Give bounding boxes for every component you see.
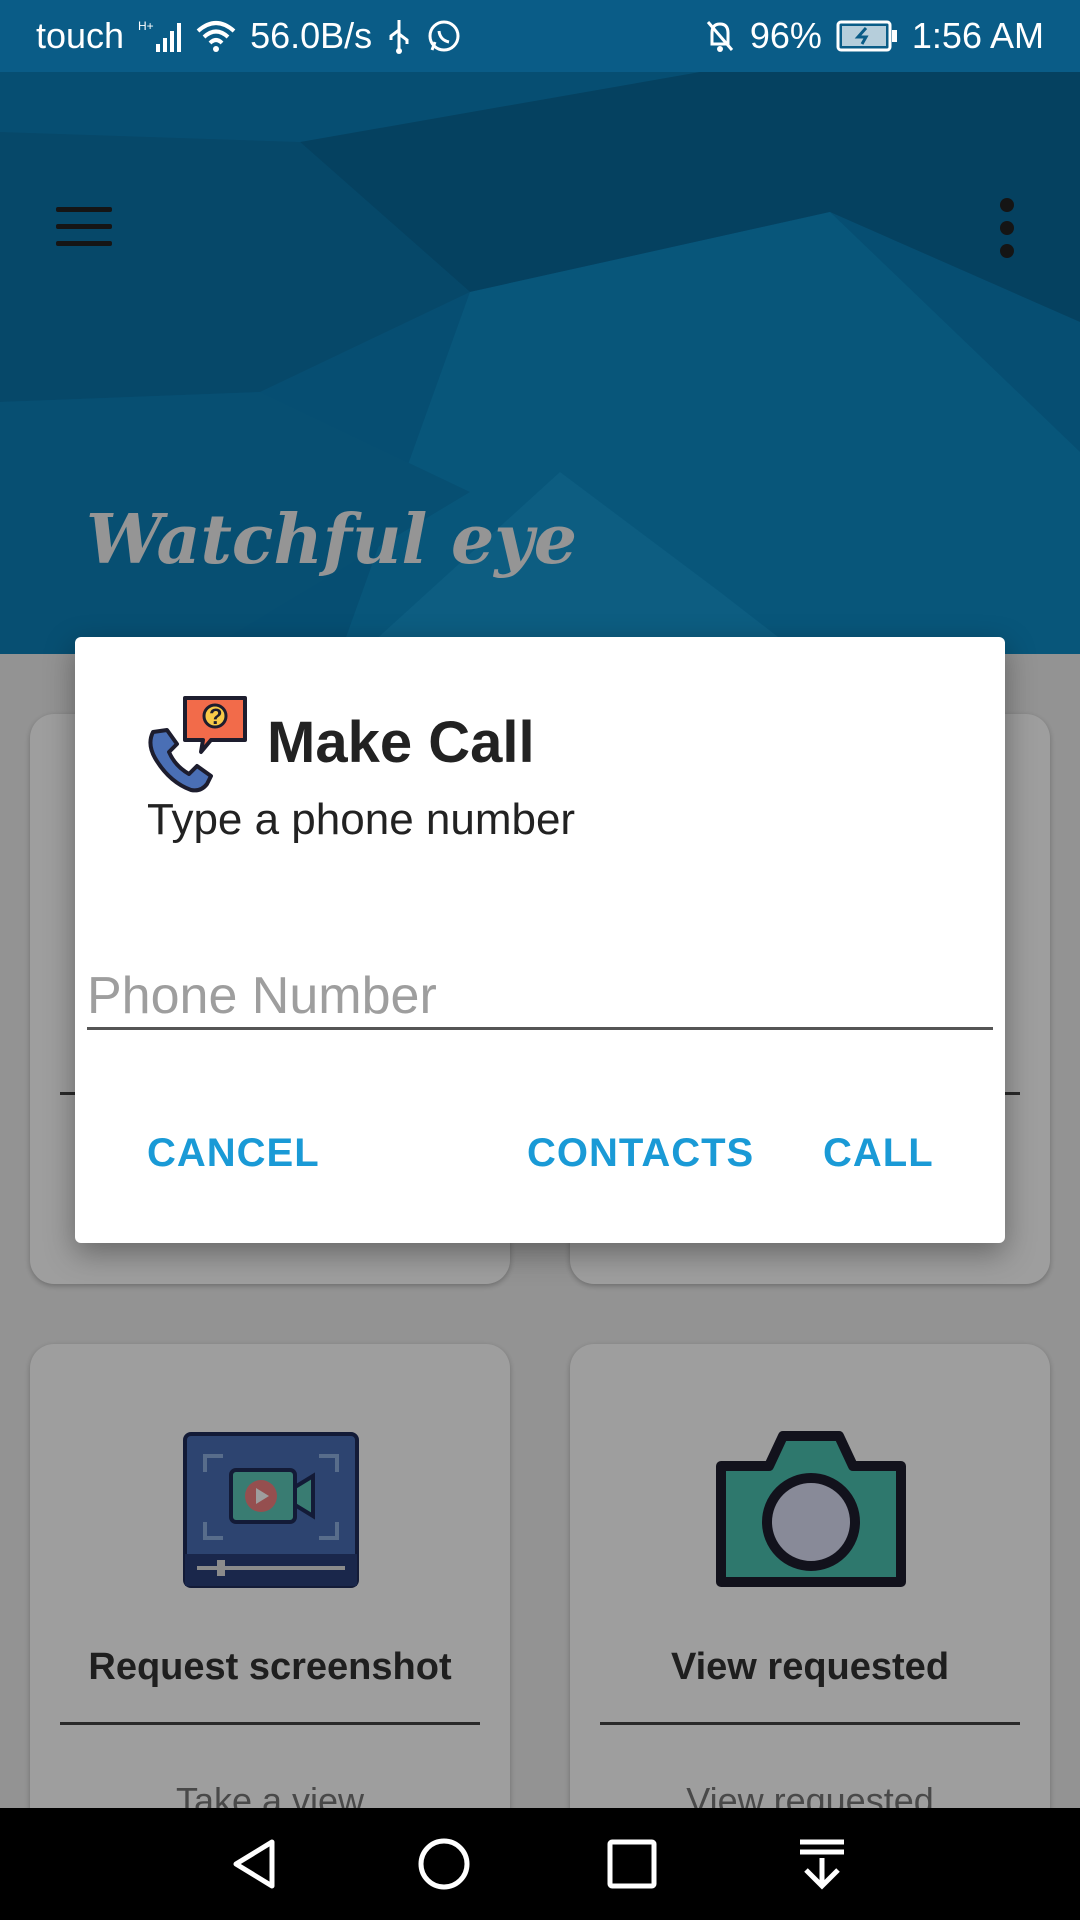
usb-icon xyxy=(386,18,412,54)
phone-number-input[interactable] xyxy=(87,964,993,1030)
phone-question-icon: ? xyxy=(148,696,247,793)
dialog-title: Make Call xyxy=(267,710,535,775)
whatsapp-icon xyxy=(426,18,462,54)
dialog-message: Type a phone number xyxy=(147,795,576,844)
svg-text:?: ? xyxy=(209,704,222,729)
navigation-bar xyxy=(0,1808,1080,1920)
recent-apps-icon[interactable] xyxy=(604,1836,660,1892)
network-speed: 56.0B/s xyxy=(250,15,373,56)
wifi-icon xyxy=(196,19,236,53)
home-icon[interactable] xyxy=(416,1836,472,1892)
carrier-label: touch xyxy=(36,15,125,56)
cancel-button[interactable]: CANCEL xyxy=(147,1131,320,1176)
signal-icon: H+ xyxy=(138,18,182,54)
call-button[interactable]: CALL xyxy=(823,1131,934,1176)
contacts-button[interactable]: CONTACTS xyxy=(527,1131,754,1176)
status-bar: touch H+ 56.0B/s 96% 1:56 AM xyxy=(0,0,1080,72)
battery-icon xyxy=(836,20,898,52)
notification-shade-icon[interactable] xyxy=(794,1836,850,1892)
clock: 1:56 AM xyxy=(911,15,1044,56)
mute-bell-icon xyxy=(704,18,736,54)
back-icon[interactable] xyxy=(228,1836,284,1892)
make-call-dialog: ? Make Call Type a phone number CANCEL C… xyxy=(75,637,1005,1243)
svg-text:H+: H+ xyxy=(138,19,154,33)
battery-percent: 96% xyxy=(749,15,822,56)
